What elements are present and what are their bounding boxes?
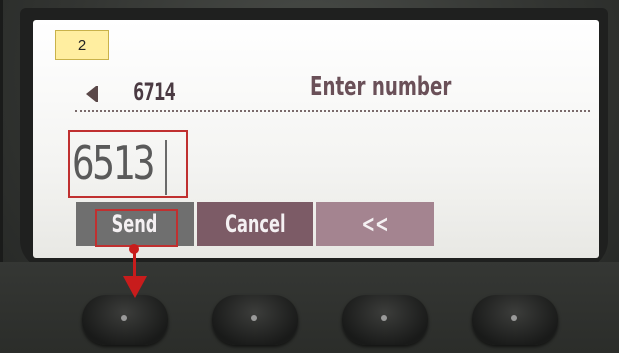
line-number: 6714 (133, 78, 176, 106)
key-dot-icon (251, 315, 257, 321)
step-badge: 2 (55, 30, 109, 60)
key-dot-icon (381, 315, 387, 321)
pointer-arrow-dot (129, 244, 139, 254)
hardware-softkey-2[interactable] (212, 295, 298, 345)
backspace-softkey[interactable]: << (316, 202, 434, 246)
cancel-softkey-label: Cancel (224, 210, 286, 238)
down-arrow-icon (123, 276, 147, 298)
hardware-softkey-4[interactable] (472, 295, 558, 345)
hardware-softkey-3[interactable] (342, 295, 428, 345)
back-arrow-icon (86, 86, 96, 102)
screen-title: Enter number (310, 72, 452, 102)
title-divider (75, 110, 590, 112)
back-arrow-bar (96, 86, 98, 102)
key-dot-icon (511, 315, 517, 321)
key-dot-icon (121, 315, 127, 321)
phone-photo: 6714 Enter number 6513 Send Cancel << 2 (0, 0, 619, 353)
cancel-softkey[interactable]: Cancel (197, 202, 313, 246)
number-highlight-box (68, 130, 188, 198)
hardware-softkey-1[interactable] (82, 295, 168, 345)
backspace-softkey-label: << (361, 210, 389, 238)
send-highlight-box (95, 209, 178, 247)
